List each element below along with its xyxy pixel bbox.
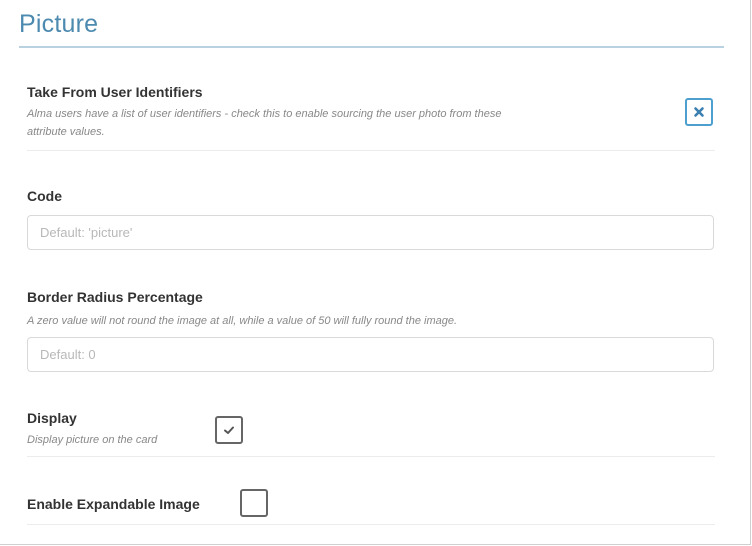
display-checkbox[interactable] — [215, 416, 243, 444]
row-divider — [27, 456, 715, 457]
enable-expandable-image-checkbox[interactable] — [240, 489, 268, 517]
row-divider — [27, 150, 715, 151]
enable-expandable-image-label: Enable Expandable Image — [27, 496, 200, 512]
display-label: Display — [27, 410, 77, 426]
take-from-user-identifiers-description-line1: Alma users have a list of user identifie… — [27, 108, 502, 120]
take-from-user-identifiers-label: Take From User Identifiers — [27, 84, 203, 100]
settings-panel — [0, 0, 751, 545]
take-from-user-identifiers-checkbox[interactable] — [685, 98, 713, 126]
row-divider — [27, 524, 715, 525]
border-radius-percentage-input[interactable] — [27, 337, 714, 372]
code-label: Code — [27, 188, 62, 204]
section-title: Picture — [19, 10, 99, 38]
checkmark-icon — [224, 426, 234, 434]
take-from-user-identifiers-description-line2: attribute values. — [27, 126, 105, 138]
section-title-divider — [19, 46, 724, 48]
x-icon — [694, 107, 704, 117]
code-input[interactable] — [27, 215, 714, 250]
border-radius-percentage-label: Border Radius Percentage — [27, 289, 203, 305]
border-radius-percentage-description: A zero value will not round the image at… — [27, 315, 458, 327]
display-description: Display picture on the card — [27, 434, 158, 446]
